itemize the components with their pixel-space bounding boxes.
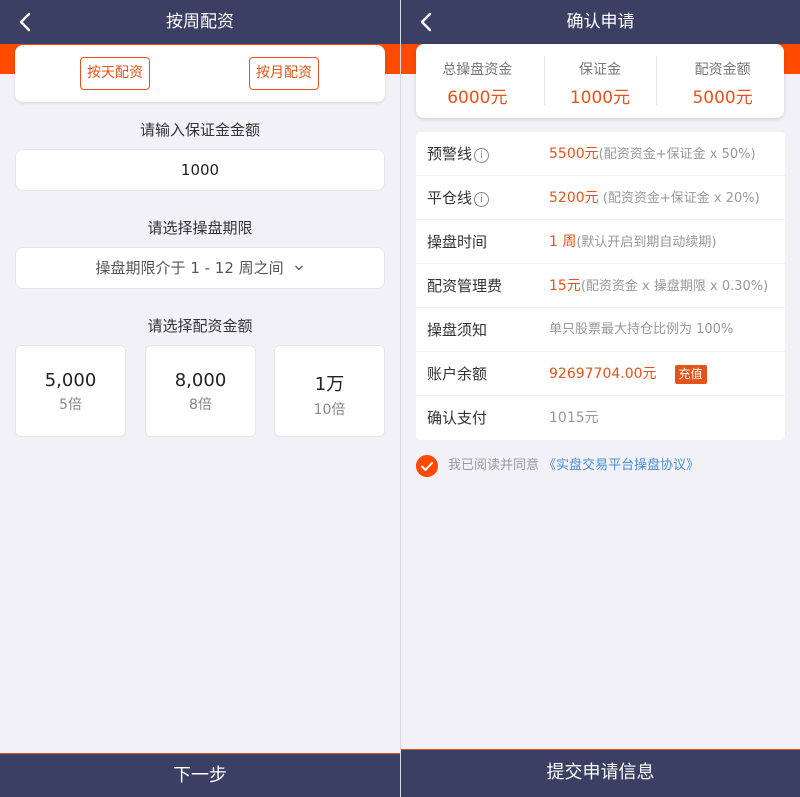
right-panel: 确认申请 总操盘资金 6000元 保证金 1000元 配资金额 5000元 预警… <box>401 0 800 797</box>
amount-option-8000[interactable]: 8,000 8倍 <box>145 345 256 437</box>
info-icon[interactable]: i <box>474 192 490 207</box>
row-liquidation-line: 平仓线 i 5200元 (配资资金+保证金 x 20%) <box>416 176 785 220</box>
row-key-label: 平仓线 <box>427 189 473 207</box>
page-title: 按周配资 <box>166 12 234 32</box>
summary-funding: 配资金额 5000元 <box>661 44 784 118</box>
row-value: 5200元 (配资资金+保证金 x 20%) <box>549 176 760 221</box>
summary-card: 总操盘资金 6000元 保证金 1000元 配资金额 5000元 <box>416 44 784 118</box>
row-key: 平仓线 i <box>427 176 490 220</box>
summary-value: 5000元 <box>692 88 753 108</box>
time-value: 1 周 <box>549 234 577 250</box>
row-warning-line: 预警线 i 5500元(配资资金+保证金 x 50%) <box>416 132 785 176</box>
row-key: 操盘须知 <box>427 321 488 339</box>
liquidation-note: (配资资金+保证金 x 20%) <box>598 191 760 206</box>
row-key: 操盘时间 <box>427 233 488 251</box>
amount-option-5000[interactable]: 5,000 5倍 <box>15 345 126 437</box>
summary-label: 总操盘资金 <box>442 62 513 78</box>
period-value: 操盘期限介于 1 - 12 周之间 <box>95 259 284 277</box>
summary-value: 1000元 <box>569 88 631 108</box>
row-management-fee: 配资管理费 15元(配资资金 x 操盘期限 x 0.30%) <box>416 264 785 308</box>
left-panel: 按周配资 按天配资 按月配资 请输入保证金金额 请选择操盘期限 操盘期限介于 1… <box>0 0 400 797</box>
option-amount: 5,000 <box>44 370 97 391</box>
agreement-prefix: 我已阅读并同意 <box>448 458 540 473</box>
summary-label: 配资金额 <box>694 62 751 78</box>
warning-note: (配资资金+保证金 x 50%) <box>598 147 756 162</box>
page-title: 确认申请 <box>566 12 635 32</box>
option-amount: 1万 <box>314 374 345 395</box>
amount-label: 请选择配资金额 <box>147 317 253 335</box>
row-value: 5500元(配资资金+保证金 x 50%) <box>549 132 756 177</box>
info-icon[interactable]: i <box>474 148 490 163</box>
option-multiple: 5倍 <box>59 397 82 413</box>
row-key-label: 预警线 <box>427 145 473 163</box>
row-key: 预警线 i <box>427 132 490 176</box>
row-trading-time: 操盘时间 1 周(默认开启到期自动续期) <box>416 220 785 264</box>
summary-deposit: 保证金 1000元 <box>539 44 662 118</box>
option-amount: 8,000 <box>174 370 227 391</box>
row-value: 92697704.00元 充值 <box>549 352 707 397</box>
row-key: 账户余额 <box>427 365 488 383</box>
row-value: 15元(配资资金 x 操盘期限 x 0.30%) <box>549 264 768 309</box>
by-day-button[interactable]: 按天配资 <box>80 57 150 90</box>
navbar: 按周配资 <box>0 0 400 44</box>
time-note: (默认开启到期自动续期) <box>576 235 717 250</box>
info-table: 预警线 i 5500元(配资资金+保证金 x 50%) 平仓线 i 5200元 (配… <box>416 132 785 440</box>
liquidation-value: 5200元 <box>549 190 599 206</box>
recharge-button[interactable]: 充值 <box>674 365 707 384</box>
option-multiple: 10倍 <box>313 402 346 418</box>
by-month-button[interactable]: 按月配资 <box>249 57 319 90</box>
period-label: 请选择操盘期限 <box>147 219 253 237</box>
navbar: 确认申请 <box>401 0 800 44</box>
warning-value: 5500元 <box>549 146 599 162</box>
deposit-label: 请输入保证金金额 <box>139 121 260 139</box>
deposit-input[interactable] <box>15 149 385 191</box>
fee-value: 15元 <box>549 278 581 294</box>
row-value: 单只股票最大持仓比例为 100% <box>549 322 734 337</box>
fee-note: (配资资金 x 操盘期限 x 0.30%) <box>580 279 769 294</box>
divider <box>656 56 657 106</box>
balance-value: 92697704.00元 <box>549 366 657 382</box>
option-multiple: 8倍 <box>189 397 212 413</box>
row-trading-notice: 操盘须知 单只股票最大持仓比例为 100% <box>416 308 785 352</box>
submit-button[interactable]: 提交申请信息 <box>401 749 800 797</box>
row-confirm-payment: 确认支付 1015元 <box>416 396 785 440</box>
chevron-down-icon <box>295 265 304 271</box>
check-icon[interactable] <box>416 455 438 477</box>
summary-value: 6000元 <box>447 88 508 108</box>
row-value: 1015元 <box>549 410 599 426</box>
summary-label: 保证金 <box>578 62 621 78</box>
amount-option-10000[interactable]: 1万 10倍 <box>274 345 385 437</box>
summary-total: 总操盘资金 6000元 <box>416 44 539 118</box>
row-key: 确认支付 <box>427 409 488 427</box>
row-key: 配资管理费 <box>427 277 503 295</box>
agreement-link[interactable]: 《实盘交易平台操盘协议》 <box>543 458 699 473</box>
row-account-balance: 账户余额 92697704.00元 充值 <box>416 352 785 396</box>
agreement-text: 我已阅读并同意 《实盘交易平台操盘协议》 <box>448 454 699 478</box>
next-button[interactable]: 下一步 <box>0 753 400 797</box>
row-value: 1 周(默认开启到期自动续期) <box>549 220 717 265</box>
mode-card: 按天配资 按月配资 <box>15 45 385 102</box>
period-select[interactable]: 操盘期限介于 1 - 12 周之间 <box>15 247 385 289</box>
